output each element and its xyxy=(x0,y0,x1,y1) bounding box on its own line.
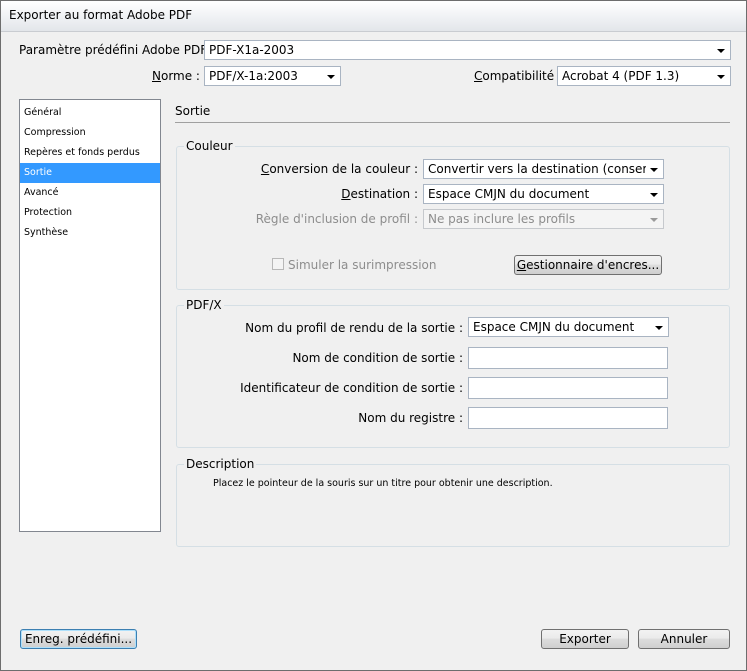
sidebar-item-compression[interactable]: Compression xyxy=(20,123,160,143)
sidebar-item-label: Protection xyxy=(24,207,73,218)
profil-label: Nom du profil de rendu de la sortie : xyxy=(245,321,463,335)
compat-dropdown[interactable]: Acrobat 4 (PDF 1.3) xyxy=(557,66,731,86)
conversion-label: Conversion de la couleur : xyxy=(251,162,418,176)
exporter-button[interactable]: Exporter xyxy=(541,629,629,649)
identificateur-label: Identificateur de condition de sortie : xyxy=(240,381,463,395)
chevron-down-icon xyxy=(650,193,658,197)
compat-label: Compatibilité : xyxy=(474,69,562,83)
profil-dropdown[interactable]: Espace CMJN du document xyxy=(468,317,669,337)
pdfx-group-title: PDF/X xyxy=(184,298,224,312)
description-group-title: Description xyxy=(184,457,257,471)
chevron-down-icon xyxy=(717,49,725,53)
inclusion-value: Ne pas inclure les profils xyxy=(428,212,576,226)
simuler-label: Simuler la surimpression xyxy=(288,258,437,272)
sidebar-item-label: Compression xyxy=(24,127,86,138)
enreg-predefini-button[interactable]: Enreg. prédéfini... xyxy=(20,629,137,649)
conversion-dropdown[interactable]: Convertir vers la destination (conserver xyxy=(423,159,664,179)
sidebar-item-label: Sortie xyxy=(24,167,52,178)
dialog-window: Exporter au format Adobe PDF Paramètre p… xyxy=(0,0,747,671)
description-group xyxy=(176,464,730,547)
destination-dropdown[interactable]: Espace CMJN du document xyxy=(423,184,664,204)
compat-value: Acrobat 4 (PDF 1.3) xyxy=(562,69,680,83)
identificateur-input[interactable] xyxy=(468,377,668,399)
sidebar-item-label: Général xyxy=(24,107,62,118)
sidebar-item-label: Synthèse xyxy=(24,227,69,238)
preset-label: Paramètre prédéfini Adobe PDF : xyxy=(19,43,215,57)
annuler-button[interactable]: Annuler xyxy=(638,629,730,649)
encres-label-rest: estionnaire d'encres... xyxy=(526,258,660,272)
registre-label: Nom du registre : xyxy=(358,411,463,425)
sidebar-item-avance[interactable]: Avancé xyxy=(20,183,160,203)
norme-label: Norme : xyxy=(152,69,200,83)
destination-label-rest: estination : xyxy=(350,187,418,201)
inclusion-dropdown[interactable]: Ne pas inclure les profils xyxy=(423,209,664,229)
norme-label-rest: orme : xyxy=(160,69,200,83)
preset-value: PDF-X1a-2003 xyxy=(209,43,295,57)
registre-input[interactable] xyxy=(468,407,668,429)
section-divider xyxy=(175,122,730,123)
chevron-down-icon xyxy=(650,218,658,222)
preset-dropdown[interactable]: PDF-X1a-2003 xyxy=(204,40,731,60)
norme-value: PDF/X-1a:2003 xyxy=(209,69,298,83)
norme-dropdown[interactable]: PDF/X-1a:2003 xyxy=(204,66,341,86)
compat-label-rest: ompatibilité : xyxy=(482,69,562,83)
couleur-group-title: Couleur xyxy=(184,139,235,153)
conversion-label-rest: onversion de la couleur : xyxy=(269,162,418,176)
norme-label-mnemonic: N xyxy=(152,69,161,83)
sidebar-item-label: Repères et fonds perdus xyxy=(24,147,140,158)
sidebar-item-synthese[interactable]: Synthèse xyxy=(20,223,160,243)
sidebar-item-reperes[interactable]: Repères et fonds perdus xyxy=(20,143,160,163)
encres-mnemonic: G xyxy=(516,258,527,272)
sidebar-item-general[interactable]: Général xyxy=(20,103,160,123)
sidebar-item-sortie[interactable]: Sortie xyxy=(20,163,160,183)
condition-label: Nom de condition de sortie : xyxy=(292,351,463,365)
chevron-down-icon xyxy=(655,326,663,330)
conversion-value: Convertir vers la destination (conserver xyxy=(428,162,646,176)
section-title: Sortie xyxy=(175,104,211,118)
sidebar-item-protection[interactable]: Protection xyxy=(20,203,160,223)
chevron-down-icon xyxy=(650,168,658,172)
window-title: Exporter au format Adobe PDF xyxy=(9,8,193,22)
destination-label-mnemonic: D xyxy=(341,187,351,201)
description-text: Placez le pointeur de la souris sur un t… xyxy=(213,478,553,489)
destination-value: Espace CMJN du document xyxy=(428,187,590,201)
category-list: Général Compression Repères et fonds per… xyxy=(19,99,161,532)
title-bar: Exporter au format Adobe PDF xyxy=(1,1,746,32)
profil-value: Espace CMJN du document xyxy=(473,320,635,334)
condition-input[interactable] xyxy=(468,347,668,369)
chevron-down-icon xyxy=(717,75,725,79)
gestionnaire-encres-button[interactable]: Gestionnaire d'encres... xyxy=(514,255,662,275)
destination-label: Destination : xyxy=(251,187,418,201)
chevron-down-icon xyxy=(327,75,335,79)
preset-label-text: Paramètre prédéfini Adobe PDF : xyxy=(19,43,215,57)
inclusion-label: Règle d'inclusion de profil : xyxy=(255,212,418,226)
sidebar-item-label: Avancé xyxy=(24,187,59,198)
simuler-checkbox[interactable] xyxy=(272,258,284,270)
